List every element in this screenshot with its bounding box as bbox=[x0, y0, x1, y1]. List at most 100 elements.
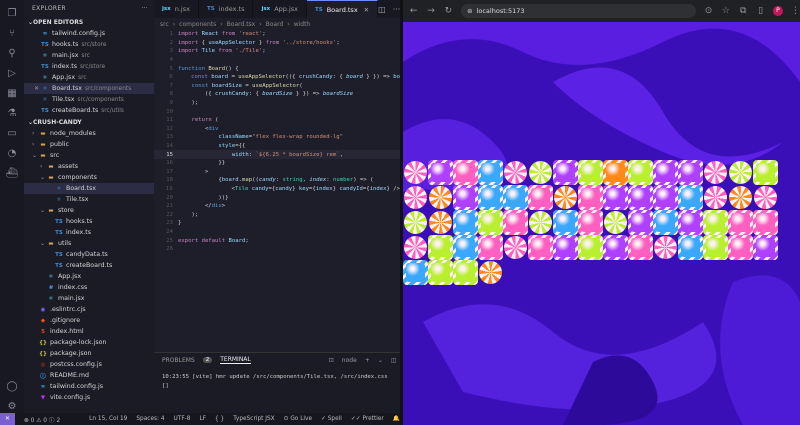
problems-status[interactable]: ⊗ 0 ⚠ 0 ⓘ 2 bbox=[24, 415, 60, 424]
spell-check-button[interactable]: ✓ Spell bbox=[321, 416, 342, 422]
blue-gem-candy[interactable] bbox=[453, 210, 478, 235]
editor-tab[interactable]: TS index.ts bbox=[199, 0, 254, 18]
remote-indicator-icon[interactable]: ✕ bbox=[0, 413, 15, 425]
pink-gem-candy[interactable] bbox=[578, 210, 603, 235]
bookmark-star-icon[interactable]: ☆ bbox=[721, 6, 730, 16]
browser-menu-icon[interactable]: ⋮ bbox=[791, 6, 800, 16]
split-terminal-icon[interactable]: ◫ bbox=[391, 357, 397, 364]
code-line[interactable]: 24 bbox=[154, 228, 400, 237]
breadcrumb-item[interactable]: Board.tsx bbox=[227, 21, 256, 28]
lime-gem-candy[interactable] bbox=[578, 160, 603, 185]
encoding[interactable]: UTF-8 bbox=[174, 416, 191, 422]
pink-gem-candy[interactable] bbox=[728, 235, 753, 260]
split-editor-icon[interactable]: ◫ bbox=[378, 5, 386, 14]
tree-file[interactable]: TS createBoard.ts bbox=[24, 260, 154, 271]
code-line[interactable]: 13 className = "flex flex-wrap rounded-lg" bbox=[154, 133, 400, 142]
tree-file[interactable]: ◆ .gitignore bbox=[24, 315, 154, 326]
blue-gem-candy[interactable] bbox=[453, 235, 478, 260]
sidebar-icon[interactable]: ▯ bbox=[756, 6, 765, 16]
project-section[interactable]: ⌄ CRUSH-CANDY bbox=[24, 116, 154, 128]
account-icon[interactable]: ◯ bbox=[5, 379, 19, 393]
code-line[interactable]: 11 return ( bbox=[154, 116, 400, 125]
code-line[interactable]: 14 style ={{ bbox=[154, 142, 400, 151]
lime-gem-candy[interactable] bbox=[703, 210, 728, 235]
code-line[interactable]: 6 const board = useAppSelector(({ crushC… bbox=[154, 73, 400, 82]
editor-tab[interactable]: TS Board.tsx ✕ bbox=[307, 0, 379, 18]
lime-swirl-candy[interactable] bbox=[729, 161, 752, 184]
editor-tab[interactable]: jsx App.jsx bbox=[253, 0, 307, 18]
code-editor[interactable]: 1 import React from 'react'; 2 import { use… bbox=[154, 30, 400, 350]
orange-gem-candy[interactable] bbox=[603, 160, 628, 185]
tree-file[interactable]: ◎ postcss.config.js bbox=[24, 359, 154, 370]
code-line[interactable]: 22 ); bbox=[154, 210, 400, 219]
pink-swirl-candy[interactable] bbox=[704, 161, 727, 184]
purple-gem-candy[interactable] bbox=[453, 185, 478, 210]
pink-swirl-candy[interactable] bbox=[504, 236, 527, 259]
blue-gem-candy[interactable] bbox=[678, 185, 703, 210]
tree-file[interactable]: TS candyData.ts bbox=[24, 249, 154, 260]
code-line[interactable]: 8 ({ crushCandy: { boardSize } }) => boa… bbox=[154, 90, 400, 99]
code-line[interactable]: 20 ))} bbox=[154, 193, 400, 202]
terminal-shell-name[interactable]: node bbox=[342, 357, 357, 364]
blue-gem-candy[interactable] bbox=[478, 185, 503, 210]
blue-gem-candy[interactable] bbox=[553, 210, 578, 235]
address-bar[interactable]: ⊜ localhost:5173 bbox=[461, 4, 696, 18]
code-line[interactable]: 10 bbox=[154, 107, 400, 116]
purple-gem-candy[interactable] bbox=[553, 160, 578, 185]
remote-explorer-icon[interactable]: ▭ bbox=[5, 126, 19, 140]
pink-swirl-candy[interactable] bbox=[704, 186, 727, 209]
open-editors-section[interactable]: ⌄ OPEN EDITORS bbox=[24, 16, 154, 28]
lime-gem-candy[interactable] bbox=[703, 235, 728, 260]
editor-tab[interactable]: jsx n.jsx bbox=[154, 0, 199, 18]
open-editor-item[interactable]: ⚛ App.jsx src bbox=[24, 72, 154, 83]
tree-file[interactable]: 5 index.html bbox=[24, 326, 154, 337]
pink-gem-candy[interactable] bbox=[728, 210, 753, 235]
code-line[interactable]: 16 }} bbox=[154, 159, 400, 168]
tree-file[interactable]: TS hooks.ts bbox=[24, 216, 154, 227]
pink-swirl-candy[interactable] bbox=[404, 161, 427, 184]
back-arrow-icon[interactable]: ← bbox=[409, 6, 418, 16]
indentation[interactable]: Spaces: 4 bbox=[136, 416, 164, 422]
open-editor-item[interactable]: ⚛ main.jsx src bbox=[24, 50, 154, 61]
tree-folder[interactable]: ⌄ ▬ components bbox=[24, 172, 154, 183]
lime-swirl-candy[interactable] bbox=[529, 211, 552, 234]
terminal-output[interactable]: 10:23:55 [vite] hmr update /src/componen… bbox=[154, 367, 400, 397]
code-line[interactable]: 5 function Board() { bbox=[154, 64, 400, 73]
lime-gem-candy[interactable] bbox=[478, 210, 503, 235]
orange-swirl-candy[interactable] bbox=[429, 211, 452, 234]
tree-file[interactable]: ⓘ README.md bbox=[24, 370, 154, 381]
tree-file[interactable]: {} package.json bbox=[24, 348, 154, 359]
notifications-bell-icon[interactable]: 🔔 bbox=[393, 416, 400, 422]
blue-gem-candy[interactable] bbox=[478, 160, 503, 185]
explorer-icon[interactable]: ❐ bbox=[5, 6, 19, 20]
code-line[interactable]: 3 import Tile from './Tile'; bbox=[154, 47, 400, 56]
purple-gem-candy[interactable] bbox=[428, 160, 453, 185]
pink-gem-candy[interactable] bbox=[578, 185, 603, 210]
code-line[interactable]: 25 export default Board; bbox=[154, 236, 400, 245]
pink-swirl-candy[interactable] bbox=[754, 186, 777, 209]
tree-file[interactable]: ≈ tailwind.config.js bbox=[24, 381, 154, 392]
lime-swirl-candy[interactable] bbox=[604, 211, 627, 234]
purple-gem-candy[interactable] bbox=[603, 185, 628, 210]
pink-swirl-candy[interactable] bbox=[404, 186, 427, 209]
end-of-line[interactable]: LF bbox=[199, 416, 206, 422]
gitlens-icon[interactable]: ◔ bbox=[5, 146, 19, 160]
lime-gem-candy[interactable] bbox=[628, 160, 653, 185]
code-line[interactable]: 9 ); bbox=[154, 99, 400, 108]
tree-file[interactable]: ⚛ App.jsx bbox=[24, 271, 154, 282]
lime-swirl-candy[interactable] bbox=[529, 161, 552, 184]
open-editor-item[interactable]: TS hooks.ts src/store bbox=[24, 39, 154, 50]
purple-gem-candy[interactable] bbox=[653, 160, 678, 185]
code-line[interactable]: 17 > bbox=[154, 168, 400, 177]
language-mode[interactable]: TypeScript JSX bbox=[233, 416, 274, 422]
code-line[interactable]: 19 < Tile candy ={candy} key ={index} candy… bbox=[154, 185, 400, 194]
lens-icon[interactable]: ⊙ bbox=[704, 6, 713, 16]
purple-gem-candy[interactable] bbox=[603, 235, 628, 260]
blue-gem-candy[interactable] bbox=[403, 260, 428, 285]
tab-problems[interactable]: PROBLEMS bbox=[162, 357, 195, 364]
pink-swirl-candy[interactable] bbox=[404, 236, 427, 259]
breadcrumb-item[interactable]: width bbox=[294, 21, 311, 28]
tree-file[interactable]: {} package-lock.json bbox=[24, 337, 154, 348]
lime-gem-candy[interactable] bbox=[753, 160, 778, 185]
lime-gem-candy[interactable] bbox=[578, 235, 603, 260]
